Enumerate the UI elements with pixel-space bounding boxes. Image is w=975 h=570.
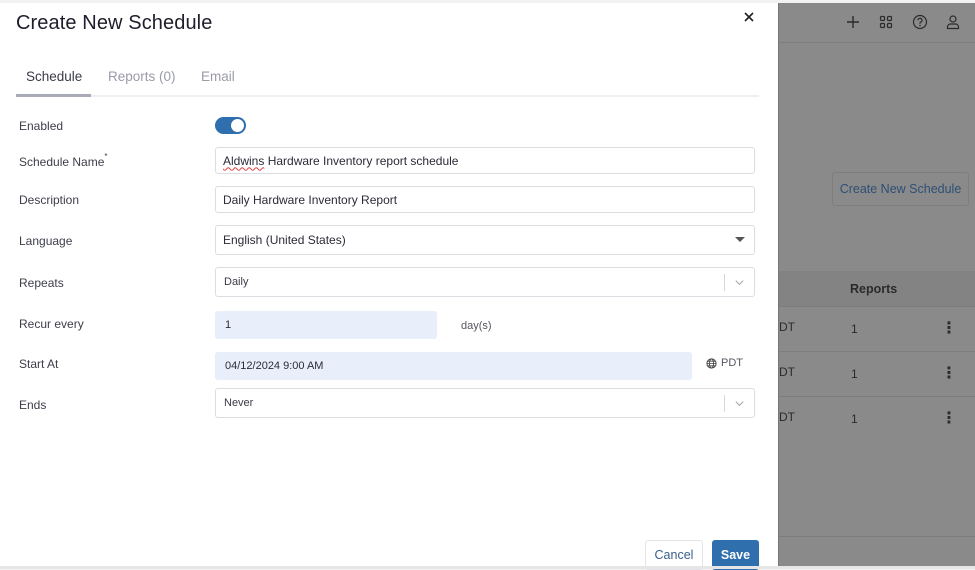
more-options-icon: ⋮ [941,365,957,382]
truncated-cell: DT [779,320,795,334]
more-options-icon: ⋮ [941,410,957,427]
truncated-cell: DT [779,410,795,424]
table-row: DT 1 ⋮ [779,307,975,352]
plus-icon[interactable] [842,11,864,33]
repeats-value: Daily [224,276,249,288]
language-label: Language [19,234,73,248]
dialog-tabs: Schedule Reports (0) Email [16,63,759,97]
required-marker: * [104,152,108,161]
active-tab-indicator [16,94,91,97]
ends-dropdown[interactable]: Never [215,388,755,418]
description-input[interactable]: Daily Hardware Inventory Report [215,186,755,213]
schedule-name-rest: Hardware Inventory report schedule [264,153,459,168]
reports-count-cell: 1 [851,367,858,381]
enabled-label: Enabled [19,119,64,133]
table-row: DT 1 ⋮ [779,352,975,397]
repeats-dropdown[interactable]: Daily [215,267,755,297]
toggle-knob [231,119,244,132]
reports-count-cell: 1 [851,412,858,426]
timezone-selector[interactable]: PDT [706,357,743,369]
misspelled-word: Aldwins [223,153,265,168]
tab-schedule[interactable]: Schedule [26,69,82,94]
dialog-title: Create New Schedule [16,12,213,34]
repeats-label: Repeats [19,276,64,290]
language-value: English (United States) [223,233,346,247]
recur-unit-label: day(s) [461,320,492,332]
create-schedule-dialog: Create New Schedule Schedule Reports (0)… [0,3,778,570]
start-at-input[interactable]: 04/12/2024 9:00 AM [215,352,692,380]
close-icon[interactable] [741,11,757,27]
background-page-overlay: Create New Schedule Reports DT 1 ⋮ DT 1 … [778,3,975,566]
chevron-down-icon [735,280,744,286]
start-at-label: Start At [19,357,59,371]
recur-every-label: Recur every [19,317,84,331]
enabled-toggle[interactable] [215,117,246,134]
schedule-name-label-text: Schedule Name [19,155,105,169]
dropdown-separator [724,274,725,291]
schedule-name-input[interactable]: Aldwins Hardware Inventory report schedu… [215,147,755,174]
divider [779,536,975,537]
background-topbar [779,3,975,43]
truncated-cell: DT [779,365,795,379]
globe-icon [706,357,717,369]
column-header-reports: Reports [850,282,898,296]
timezone-value: PDT [721,357,743,369]
more-options-icon: ⋮ [941,320,957,337]
dropdown-separator [724,395,725,412]
background-create-schedule-button: Create New Schedule [832,172,969,206]
ends-label: Ends [19,398,47,412]
ends-value: Never [224,397,254,409]
user-icon[interactable] [942,11,964,33]
tab-email[interactable]: Email [201,69,235,94]
reports-count-cell: 1 [851,322,858,336]
chevron-down-icon [735,401,744,407]
table-row: DT 1 ⋮ [779,397,975,442]
schedule-name-label: Schedule Name* [19,152,108,169]
language-select[interactable]: English (United States) [215,225,755,255]
description-label: Description [19,193,80,207]
background-table-header: Reports [779,271,975,307]
apps-grid-icon[interactable] [875,11,897,33]
tab-reports[interactable]: Reports (0) [108,69,176,94]
help-icon[interactable] [909,11,931,33]
recur-every-input[interactable]: 1 [215,311,437,339]
